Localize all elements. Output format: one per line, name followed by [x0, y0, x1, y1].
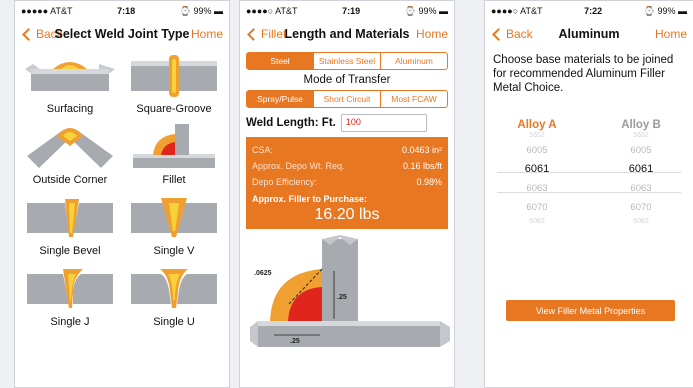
- joint-single-u[interactable]: Single U: [125, 264, 223, 335]
- single-j-joint-icon: [27, 269, 113, 308]
- picker-item[interactable]: 6082: [485, 217, 589, 227]
- carrier-label: ●●●●● AT&T: [21, 6, 73, 16]
- picker-item[interactable]: 5652: [485, 131, 589, 141]
- chevron-left-icon: [22, 27, 35, 41]
- picker-item-selected[interactable]: 6061: [589, 160, 693, 179]
- picker-item[interactable]: 5652: [589, 131, 693, 141]
- joint-label: Single J: [50, 316, 90, 328]
- single-u-joint-icon: [131, 269, 217, 308]
- joint-label: Surfacing: [46, 103, 94, 115]
- home-button[interactable]: Home: [655, 27, 687, 41]
- joint-label: Single V: [153, 245, 195, 257]
- filler-value: 16.20 lbs: [314, 206, 380, 223]
- clock: 7:22: [584, 6, 603, 16]
- segment-steel[interactable]: Steel: [247, 53, 314, 69]
- back-button[interactable]: Back: [21, 27, 63, 41]
- fillet-joint-icon: [133, 124, 215, 168]
- alloy-b-title: Alloy B: [621, 119, 661, 131]
- outside-corner-joint-icon: [27, 128, 113, 168]
- joint-single-j[interactable]: Single J: [21, 264, 119, 335]
- screen-aluminum: ●●●●○ AT&T 7:22 ⌚ 99% ▬ Back Aluminum Ho…: [484, 0, 693, 388]
- dimension-throat: .0625: [254, 270, 272, 277]
- joint-grid: Surfacing Square-Groove Outside Corner F…: [15, 47, 229, 335]
- joint-single-bevel[interactable]: Single Bevel: [21, 193, 119, 264]
- view-filler-metal-properties-button[interactable]: View Filler Metal Properties: [506, 300, 675, 321]
- picker-item[interactable]: 6005: [485, 141, 589, 160]
- joint-outside-corner[interactable]: Outside Corner: [21, 122, 119, 193]
- intro-text: Choose base materials to be joined for r…: [493, 54, 674, 94]
- square-groove-joint-icon: [131, 55, 217, 97]
- single-bevel-joint-icon: [27, 199, 113, 237]
- picker-item[interactable]: 6070: [589, 198, 693, 217]
- alloy-a-title: Alloy A: [517, 119, 557, 131]
- joint-square-groove[interactable]: Square-Groove: [125, 51, 223, 122]
- chevron-left-icon: [247, 27, 260, 41]
- screen-select-weld-joint: ●●●●● AT&T 7:18 ⌚ 99% ▬ Back Select Weld…: [14, 0, 230, 388]
- fillet-dimension-diagram: .0625 .25 .25: [250, 235, 450, 347]
- picker-item-selected[interactable]: 6061: [485, 160, 589, 179]
- nav-bar: Back Select Weld Joint Type Home: [15, 21, 229, 47]
- filler-label: Approx. Filler to Purchase:: [252, 194, 368, 204]
- picker-item[interactable]: 6063: [485, 179, 589, 198]
- chevron-left-icon: [492, 27, 505, 41]
- battery-label: ⌚ 99% ▬: [404, 5, 448, 16]
- alloy-picker[interactable]: Alloy A Alloy B 5652 6005 6061 6063 6070…: [485, 119, 693, 239]
- nav-bar: Fillet Length and Materials Home: [240, 21, 454, 47]
- joint-label: Single U: [153, 316, 195, 328]
- segment-aluminum[interactable]: Aluminum: [381, 53, 447, 69]
- home-button[interactable]: Home: [191, 27, 223, 41]
- joint-single-v[interactable]: Single V: [125, 193, 223, 264]
- result-row-depo-weight: Approx. Depo Wt. Req. 0.16 lbs/ft: [252, 161, 442, 171]
- joint-label: Square-Groove: [136, 103, 212, 115]
- joint-surfacing[interactable]: Surfacing: [21, 51, 119, 122]
- clock: 7:18: [117, 6, 136, 16]
- alloy-a-wheel[interactable]: 5652 6005 6061 6063 6070 6082: [485, 131, 589, 227]
- segment-short-circuit[interactable]: Short Circuit: [314, 91, 381, 107]
- surfacing-joint-icon: [25, 62, 115, 91]
- status-bar: ●●●●● AT&T 7:18 ⌚ 99% ▬: [15, 1, 229, 21]
- screen-length-and-materials: ●●●●○ AT&T 7:19 ⌚ 99% ▬ Fillet Length an…: [239, 0, 455, 388]
- weld-length-input[interactable]: 100: [340, 114, 427, 132]
- results-panel: CSA: 0.0463 in² Approx. Depo Wt. Req. 0.16…: [246, 137, 448, 229]
- joint-label: Outside Corner: [32, 174, 108, 186]
- single-v-joint-icon: [131, 198, 217, 237]
- nav-bar: Back Aluminum Home: [485, 21, 693, 47]
- segment-spray-pulse[interactable]: Spray/Pulse: [247, 91, 314, 107]
- transfer-mode-segmented-control: Spray/Pulse Short Circuit Most FCAW: [246, 90, 448, 108]
- segment-most-fcaw[interactable]: Most FCAW: [381, 91, 447, 107]
- home-button[interactable]: Home: [416, 27, 448, 41]
- picker-headers: Alloy A Alloy B: [485, 119, 693, 131]
- battery-label: ⌚ 99% ▬: [179, 5, 223, 16]
- status-bar: ●●●●○ AT&T 7:19 ⌚ 99% ▬: [240, 1, 454, 21]
- dimension-leg-horizontal: .25: [290, 338, 300, 345]
- dimension-leg-vertical: .25: [337, 294, 347, 301]
- alloy-b-wheel[interactable]: 5652 6005 6061 6063 6070 6082: [589, 131, 693, 227]
- clock: 7:19: [342, 6, 361, 16]
- result-row-csa: CSA: 0.0463 in²: [252, 145, 442, 155]
- carrier-label: ●●●●○ AT&T: [491, 6, 543, 16]
- battery-label: ⌚ 99% ▬: [643, 5, 687, 16]
- joint-label: Fillet: [162, 174, 186, 186]
- picker-item[interactable]: 6063: [589, 179, 693, 198]
- picker-columns: 5652 6005 6061 6063 6070 6082 5652 6005 …: [485, 131, 693, 227]
- status-bar: ●●●●○ AT&T 7:22 ⌚ 99% ▬: [485, 1, 693, 21]
- joint-label: Single Bevel: [39, 245, 101, 257]
- weld-length-label: Weld Length: Ft.: [246, 117, 336, 129]
- material-segmented-control: Steel Stainless Steel Aluminum: [246, 52, 448, 70]
- back-button[interactable]: Fillet: [246, 27, 286, 41]
- picker-item[interactable]: 6070: [485, 198, 589, 217]
- mode-of-transfer-title: Mode of Transfer: [303, 74, 391, 86]
- picker-item[interactable]: 6082: [589, 217, 693, 227]
- segment-stainless-steel[interactable]: Stainless Steel: [314, 53, 381, 69]
- result-row-depo-efficiency: Depo Efficiency: 0.98%: [252, 177, 442, 187]
- picker-item[interactable]: 6005: [589, 141, 693, 160]
- carrier-label: ●●●●○ AT&T: [246, 6, 298, 16]
- weld-length-row: Weld Length: Ft. 100: [246, 114, 448, 132]
- back-button[interactable]: Back: [491, 27, 533, 41]
- joint-fillet[interactable]: Fillet: [125, 122, 223, 193]
